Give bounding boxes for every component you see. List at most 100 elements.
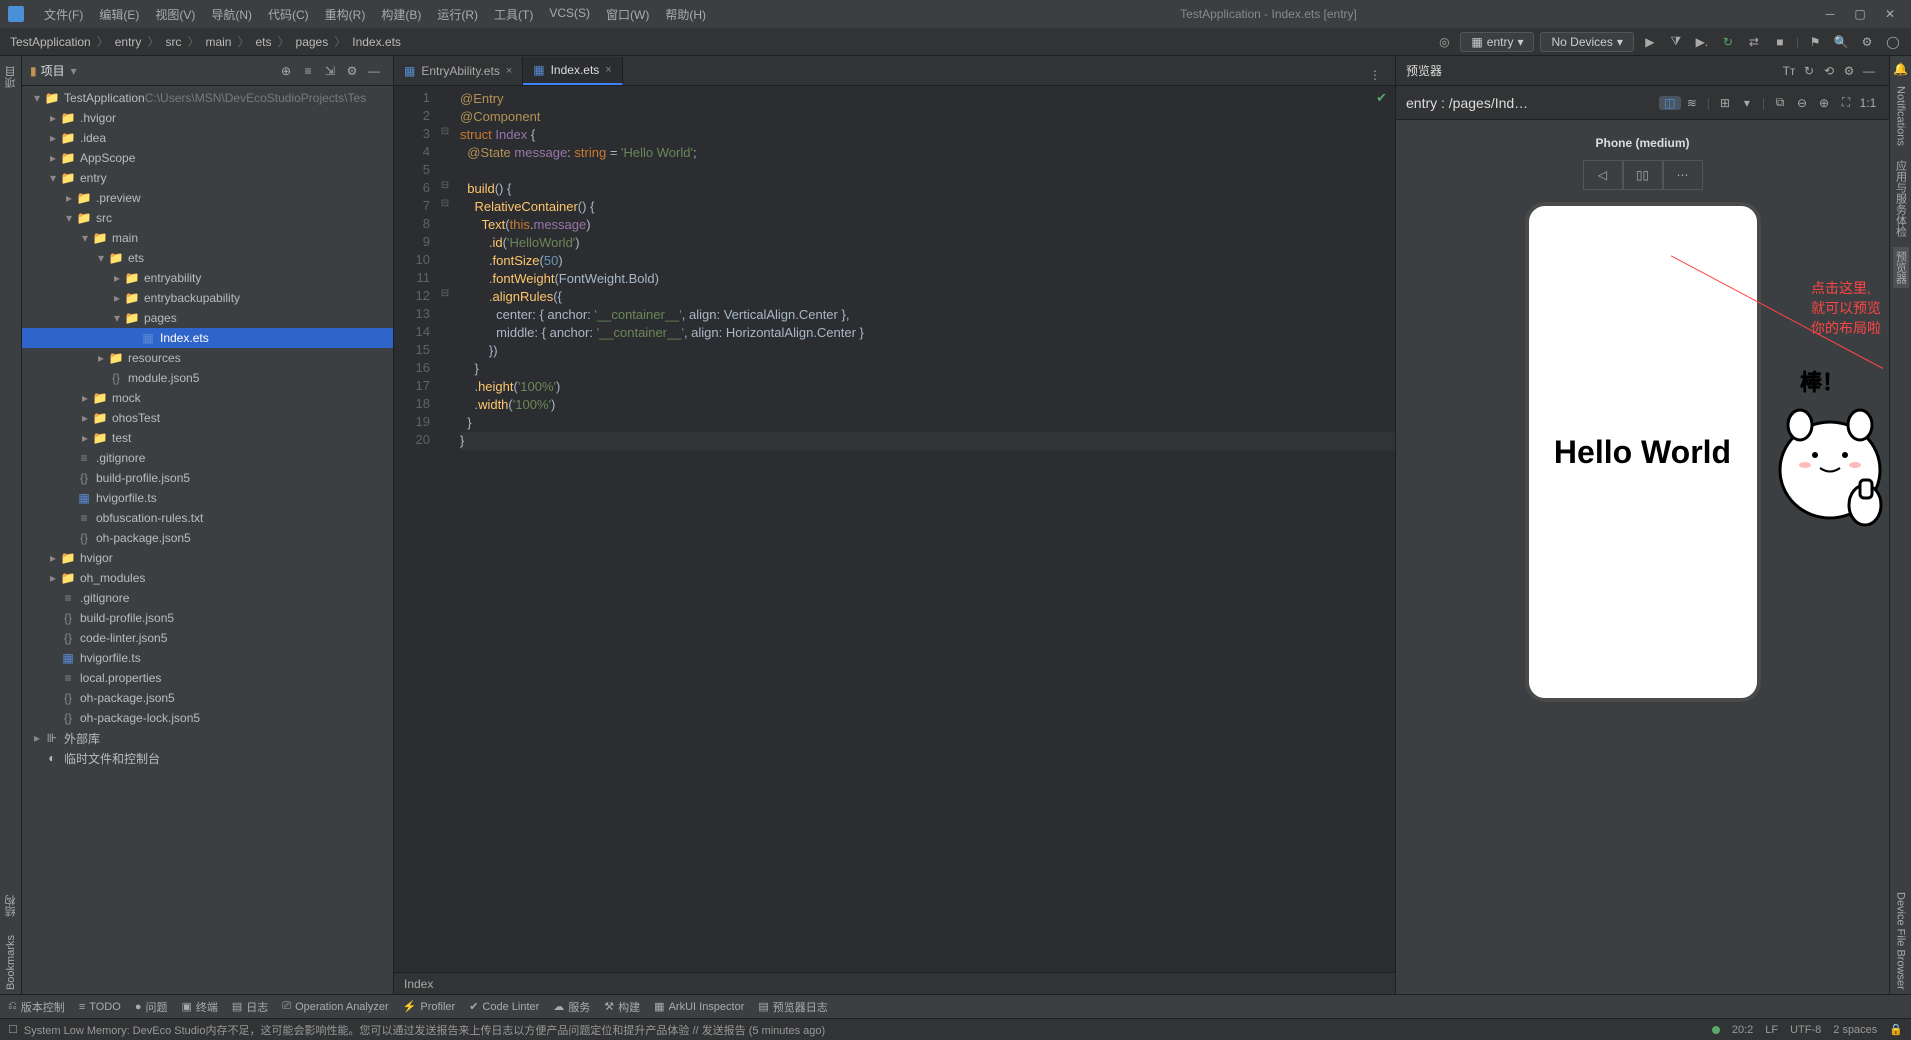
tree-row[interactable]: ▸📁mock [22,388,393,408]
bottom-tool-问题[interactable]: ●问题 [135,999,168,1015]
menu-VCS(S)[interactable]: VCS(S) [541,6,598,23]
tree-row[interactable]: ▦Index.ets [22,328,393,348]
device-selector[interactable]: No Devices ▾ [1540,32,1633,52]
tree-row[interactable]: ≡.gitignore [22,588,393,608]
menu-运行(R)[interactable]: 运行(R) [429,6,486,23]
tree-row[interactable]: ≡local.properties [22,668,393,688]
maximize-button[interactable]: ▢ [1853,7,1867,21]
right-tab-inspection[interactable]: 应用与服务体检 [1893,156,1909,241]
caret-position[interactable]: 20:2 [1732,1024,1753,1036]
tree-row[interactable]: ▸📁AppScope [22,148,393,168]
left-tab-structure[interactable]: 结构 [3,891,19,921]
tree-row[interactable]: {}oh-package-lock.json5 [22,708,393,728]
bottom-tool-Code Linter[interactable]: ✔Code Linter [469,1000,539,1013]
inspect-icon[interactable]: ◫ [1659,96,1681,110]
tree-row[interactable]: ▸📁hvigor [22,548,393,568]
tree-row[interactable]: ▾📁ets [22,248,393,268]
menu-帮助(H)[interactable]: 帮助(H) [657,6,714,23]
tree-row[interactable]: ▾📁TestApplication C:\Users\MSN\DevEcoStu… [22,88,393,108]
breadcrumb-item[interactable]: pages [294,35,331,49]
tree-row[interactable]: {}code-linter.json5 [22,628,393,648]
dropdown-icon[interactable]: ▾ [71,64,77,78]
code-editor[interactable]: 1234567891011121314151617181920 ⊟⊟⊟⊟ @En… [394,86,1395,972]
menu-文件(F)[interactable]: 文件(F) [36,6,91,23]
settings-icon[interactable]: ⚙ [1857,32,1877,52]
tree-row[interactable]: ▾📁entry [22,168,393,188]
tree-row[interactable]: ◐临时文件和控制台 [22,748,393,768]
bottom-tool-Operation Analyzer[interactable]: ⎚Operation Analyzer [282,1000,388,1013]
layers-icon[interactable]: ≋ [1681,96,1703,110]
bottom-tool-预览器日志[interactable]: ▤预览器日志 [758,999,827,1015]
right-tab-device-browser[interactable]: Device File Browser [1895,888,1907,994]
menu-视图(V)[interactable]: 视图(V) [147,6,203,23]
bottom-tool-ArkUI Inspector[interactable]: ▦ArkUI Inspector [654,1000,744,1013]
flag-icon[interactable]: ⚑ [1805,32,1825,52]
bottom-tool-终端[interactable]: ▣终端 [181,999,217,1015]
tree-row[interactable]: ▸📁.hvigor [22,108,393,128]
user-icon[interactable]: ◯ [1883,32,1903,52]
zoom-in-icon[interactable]: ⊕ [1813,96,1835,110]
target-icon[interactable]: ◎ [1434,32,1454,52]
tree-row[interactable]: {}module.json5 [22,368,393,388]
grid-icon[interactable]: ⊞ [1714,96,1736,110]
bell-icon[interactable]: 🔔 [1893,62,1908,76]
stop-icon[interactable]: ■ [1770,32,1790,52]
menu-工具(T)[interactable]: 工具(T) [486,6,541,23]
more-button[interactable]: ⋯ [1663,160,1703,190]
tree-row[interactable]: {}build-profile.json5 [22,468,393,488]
bottom-tool-日志[interactable]: ▤日志 [232,999,268,1015]
bottom-tool-Profiler[interactable]: ⚡Profiler [403,1000,456,1013]
line-separator[interactable]: LF [1765,1024,1778,1036]
tree-row[interactable]: ▸⊪外部库 [22,728,393,748]
expand-icon[interactable]: ⇲ [319,64,341,78]
bottom-tool-版本控制[interactable]: ⎌版本控制 [8,999,65,1015]
menu-代码(C)[interactable]: 代码(C) [260,6,317,23]
breadcrumb-item[interactable]: src [163,35,183,49]
menu-窗口(W)[interactable]: 窗口(W) [598,6,657,23]
close-tab-icon[interactable]: × [605,64,611,76]
refresh-icon[interactable]: ↻ [1799,61,1819,81]
editor-tab[interactable]: ▦EntryAbility.ets× [394,57,523,85]
tree-row[interactable]: ▸📁entryability [22,268,393,288]
hide-icon[interactable]: — [1859,61,1879,81]
locate-icon[interactable]: ⊕ [275,64,297,78]
close-button[interactable]: ✕ [1883,7,1897,21]
zoom-out-icon[interactable]: ⊖ [1791,96,1813,110]
indent-setting[interactable]: 2 spaces [1833,1024,1877,1036]
tree-row[interactable]: ▦hvigorfile.ts [22,488,393,508]
menu-导航(N)[interactable]: 导航(N) [203,6,260,23]
tree-row[interactable]: {}oh-package.json5 [22,528,393,548]
gear-icon[interactable]: ⚙ [341,64,363,78]
tree-row[interactable]: ▸📁test [22,428,393,448]
zoom-label[interactable]: 1:1 [1857,96,1879,110]
tree-row[interactable]: {}build-profile.json5 [22,608,393,628]
tree-row[interactable]: ≡obfuscation-rules.txt [22,508,393,528]
tree-row[interactable]: ▸📁.preview [22,188,393,208]
tree-row[interactable]: {}oh-package.json5 [22,688,393,708]
tree-row[interactable]: ▾📁main [22,228,393,248]
crop-icon[interactable]: ⧉ [1769,95,1791,110]
project-tree[interactable]: ▾📁TestApplication C:\Users\MSN\DevEcoStu… [22,86,393,994]
breadcrumb-item[interactable]: main [203,35,233,49]
breadcrumb-item[interactable]: TestApplication [8,35,93,49]
tree-row[interactable]: ▸📁ohosTest [22,408,393,428]
editor-tab[interactable]: ▦Index.ets× [523,57,622,85]
back-button[interactable]: ◁ [1583,160,1623,190]
tree-row[interactable]: ▾📁src [22,208,393,228]
right-tab-notifications[interactable]: Notifications [1895,82,1907,150]
tree-row[interactable]: ▸📁.idea [22,128,393,148]
tree-row[interactable]: ▦hvigorfile.ts [22,648,393,668]
collapse-icon[interactable]: ≡ [297,64,319,78]
run-icon[interactable]: ▶ [1640,32,1660,52]
menu-编辑(E)[interactable]: 编辑(E) [91,6,147,23]
breadcrumb-item[interactable]: Index.ets [350,35,403,49]
menu-构建(B)[interactable]: 构建(B) [373,6,429,23]
phone-preview[interactable]: Hello World [1525,202,1761,702]
rotate-icon[interactable]: ⟲ [1819,61,1839,81]
search-icon[interactable]: 🔍 [1831,32,1851,52]
bottom-tool-服务[interactable]: ☁服务 [553,999,590,1015]
fullscreen-icon[interactable]: ⛶ [1835,95,1857,110]
attach-icon[interactable]: ⇄ [1744,32,1764,52]
file-encoding[interactable]: UTF-8 [1790,1024,1821,1036]
tree-row[interactable]: ▸📁resources [22,348,393,368]
